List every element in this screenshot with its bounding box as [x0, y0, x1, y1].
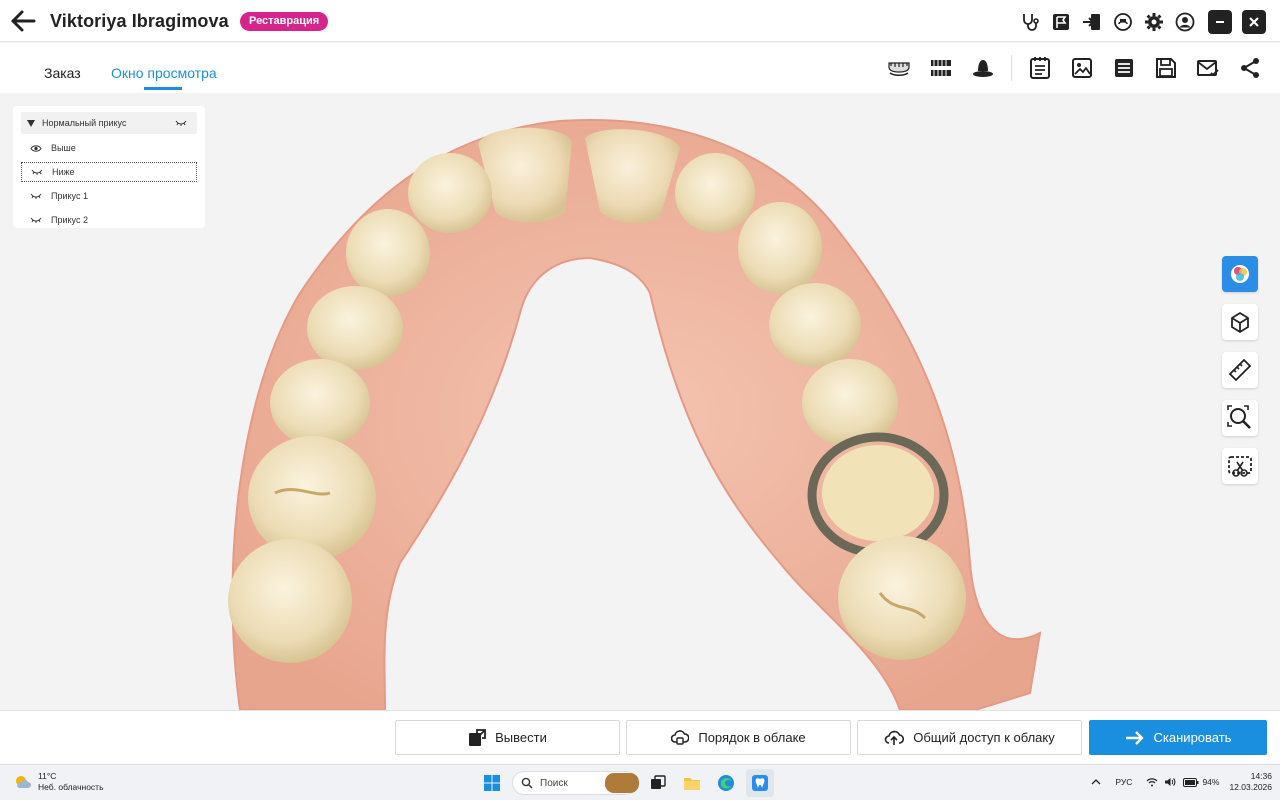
gear-icon[interactable]: [1140, 8, 1167, 35]
layer-group-label: Нормальный прикус: [42, 118, 127, 128]
title-bar: Viktoriya Ibragimova Реставрация: [0, 0, 1280, 42]
view-toolbar: [871, 54, 1264, 82]
hidden-eye-icon[interactable]: [175, 119, 187, 127]
cloud-order-icon: [671, 729, 690, 745]
cloud-order-button[interactable]: Порядок в облаке: [626, 720, 851, 755]
case-type-badge: Реставрация: [240, 12, 329, 31]
layer-panel: Нормальный прикус Выше Ниже Прикус 1 При…: [13, 106, 205, 228]
export-button[interactable]: Вывести: [395, 720, 620, 755]
system-tray: РУС 94% 14:36 12.03.2026: [1091, 771, 1272, 793]
report-icon[interactable]: [1110, 54, 1138, 82]
layer-label: Прикус 2: [51, 215, 88, 225]
search-highlight-image: [605, 773, 639, 793]
images-icon[interactable]: [1068, 54, 1096, 82]
explorer-app[interactable]: [678, 769, 706, 797]
flag-icon[interactable]: [1047, 8, 1074, 35]
view-tools: [1222, 256, 1258, 484]
battery-percent: 94%: [1202, 777, 1220, 787]
save-icon[interactable]: [1152, 54, 1180, 82]
3d-view-button[interactable]: [1222, 304, 1258, 340]
eye-icon[interactable]: [30, 144, 42, 153]
clock-time: 14:36: [1250, 771, 1272, 781]
scan-label: Сканировать: [1153, 730, 1232, 745]
cloud-share-button[interactable]: Общий доступ к облаку: [857, 720, 1082, 755]
task-view-icon: [651, 775, 666, 789]
hidden-eye-icon[interactable]: [30, 216, 42, 224]
arrow-right-icon: [1125, 730, 1144, 745]
export-icon: [469, 728, 487, 746]
chevron-up-icon[interactable]: [1091, 778, 1101, 786]
order-notes-icon[interactable]: [1026, 54, 1054, 82]
window-icons: [1016, 8, 1266, 35]
close-button[interactable]: [1242, 9, 1266, 34]
back-arrow-icon[interactable]: [10, 9, 36, 33]
mail-icon[interactable]: [1194, 54, 1222, 82]
layer-item-upper[interactable]: Выше: [21, 138, 197, 158]
taskbar-apps: Поиск: [478, 769, 774, 797]
3d-cube-icon: [1231, 311, 1249, 334]
collapse-triangle-icon[interactable]: [27, 119, 35, 127]
cloud-share-label: Общий доступ к облаку: [913, 730, 1055, 745]
tab-order[interactable]: Заказ: [44, 65, 81, 81]
zoom-focus-icon: [1227, 405, 1251, 429]
wifi-icon[interactable]: [1146, 777, 1158, 787]
windows-taskbar: 11°C Неб. облачность Поиск РУС 94% 14:36…: [0, 764, 1280, 800]
layer-label: Выше: [51, 143, 76, 153]
crop-select-icon: [1228, 456, 1252, 477]
layer-item-lower[interactable]: Ниже: [21, 162, 197, 182]
search-placeholder: Поиск: [540, 777, 568, 789]
ruler-icon: [1228, 358, 1252, 382]
zoom-fit-button[interactable]: [1222, 400, 1258, 436]
measure-button[interactable]: [1222, 352, 1258, 388]
edge-app[interactable]: [712, 769, 740, 797]
search-icon: [521, 777, 533, 789]
volume-icon[interactable]: [1164, 777, 1176, 787]
task-view-button[interactable]: [644, 769, 672, 797]
layer-group-header[interactable]: Нормальный прикус: [21, 112, 197, 134]
trim-button[interactable]: [1222, 448, 1258, 484]
stethoscope-icon[interactable]: [1016, 8, 1043, 35]
share-icon[interactable]: [1236, 54, 1264, 82]
weather-temp: 11°C: [38, 771, 57, 781]
hidden-eye-icon[interactable]: [30, 192, 42, 200]
clock[interactable]: 14:36 12.03.2026: [1229, 771, 1272, 793]
cloud-upload-icon: [884, 730, 905, 745]
layer-label: Ниже: [52, 167, 75, 177]
layer-label: Прикус 1: [51, 191, 88, 201]
jaw-arch-icon[interactable]: [927, 54, 955, 82]
tab-viewer[interactable]: Окно просмотра: [111, 65, 217, 81]
battery-icon[interactable]: [1183, 777, 1199, 787]
action-bar: Вывести Порядок в облаке Общий доступ к …: [0, 710, 1280, 764]
upper-jaw-icon[interactable]: [885, 54, 913, 82]
scan-button[interactable]: Сканировать: [1089, 720, 1267, 755]
tooth-crown-icon[interactable]: [969, 54, 997, 82]
start-button[interactable]: [478, 769, 506, 797]
edge-browser-icon: [718, 775, 734, 791]
patient-name: Viktoriya Ibragimova: [50, 11, 229, 31]
weather-widget[interactable]: 11°C Неб. облачность: [14, 771, 104, 793]
export-label: Вывести: [495, 730, 547, 745]
clock-date: 12.03.2026: [1229, 782, 1272, 792]
windows-logo-icon: [484, 775, 500, 791]
layer-item-bite-2[interactable]: Прикус 2: [21, 210, 197, 230]
import-icon[interactable]: [1078, 8, 1105, 35]
partly-cloudy-icon: [16, 776, 31, 788]
active-tab-indicator: [144, 87, 182, 90]
taskbar-search[interactable]: Поиск: [512, 771, 639, 795]
color-texture-icon: [1231, 265, 1249, 283]
cloud-scan-icon[interactable]: [1109, 8, 1136, 35]
layer-item-bite-1[interactable]: Прикус 1: [21, 186, 197, 206]
tooth-app-icon: [752, 775, 768, 791]
minimize-button[interactable]: [1208, 9, 1232, 34]
cloud-order-label: Порядок в облаке: [698, 730, 806, 745]
dental-scanner-app[interactable]: [746, 769, 774, 797]
user-icon[interactable]: [1171, 8, 1198, 35]
hidden-eye-icon[interactable]: [31, 168, 43, 176]
toolbar-divider: [1011, 55, 1012, 81]
weather-desc: Неб. облачность: [38, 782, 104, 792]
language-indicator[interactable]: РУС: [1115, 777, 1132, 787]
folder-icon: [684, 778, 700, 790]
3d-viewport[interactable]: Нормальный прикус Выше Ниже Прикус 1 При…: [0, 93, 1280, 710]
color-texture-button[interactable]: [1222, 256, 1258, 292]
